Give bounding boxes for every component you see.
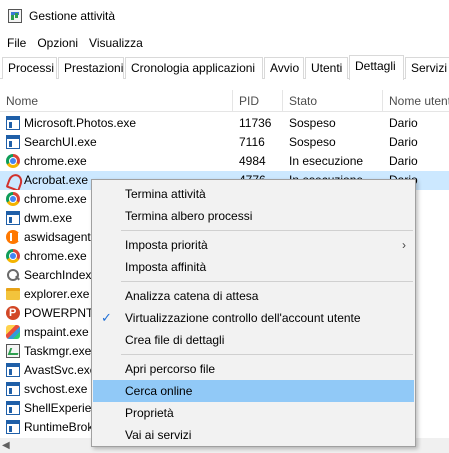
menu-item-proprieta[interactable]: Proprietà [93, 402, 414, 424]
folder-icon [6, 288, 20, 300]
menu-item-imposta-affinita[interactable]: Imposta affinità [93, 256, 414, 278]
chrome-icon [6, 154, 20, 168]
process-name-cell: SearchUI.exe [6, 133, 232, 152]
process-name: chrome.exe [24, 192, 87, 206]
process-name: ShellExperien [24, 401, 99, 415]
tab-servizi[interactable]: Servizi [405, 57, 449, 79]
avast-icon [6, 230, 20, 244]
checkmark-icon: ✓ [101, 310, 112, 325]
table-row[interactable]: SearchUI.exe 7116 Sospeso Dario [0, 133, 449, 152]
menu-item-label: Analizza catena di attesa [125, 289, 259, 303]
process-name: AvastSvc.exe [24, 363, 97, 377]
pid-cell: 4984 [239, 154, 266, 168]
menu-item-label: Cerca online [125, 384, 193, 398]
process-name: Taskmgr.exe [24, 344, 92, 358]
menu-item-label: Vai ai servizi [125, 428, 192, 442]
menu-item-imposta-priorita[interactable]: Imposta priorità › [93, 234, 414, 256]
menu-item-label: Imposta priorità [125, 238, 208, 252]
process-name: chrome.exe [24, 154, 87, 168]
process-name-cell: Microsoft.Photos.exe [6, 114, 232, 133]
menu-item-crea-file-di-dettagli[interactable]: Crea file di dettagli [93, 329, 414, 351]
pid-cell: 7116 [239, 135, 265, 149]
menu-item-label: Termina attività [125, 187, 206, 201]
tab-cronologia-applicazioni[interactable]: Cronologia applicazioni [125, 57, 263, 79]
menu-item-label: Proprietà [125, 406, 174, 420]
window-icon [6, 401, 20, 415]
process-name: SearchUI.exe [24, 135, 97, 149]
state-cell: Sospeso [289, 135, 336, 149]
menu-item-label: Virtualizzazione controllo dell'account … [125, 311, 361, 325]
process-name: dwm.exe [24, 211, 73, 225]
process-name: Microsoft.Photos.exe [24, 116, 137, 130]
powerpoint-icon [6, 304, 20, 323]
process-name: Acrobat.exe [24, 173, 89, 187]
table-header: Nome PID Stato Nome utente [0, 90, 449, 112]
menu-file[interactable]: File [7, 36, 26, 50]
tab-prestazioni[interactable]: Prestazioni [58, 57, 124, 79]
menu-item-analizza-catena-di-attesa[interactable]: Analizza catena di attesa [93, 285, 414, 307]
column-header-nome[interactable]: Nome [0, 90, 233, 112]
tab-utenti[interactable]: Utenti [305, 57, 348, 79]
menu-visualizza[interactable]: Visualizza [89, 36, 143, 50]
process-name: SearchIndexe [24, 268, 99, 282]
window-icon [6, 382, 20, 396]
menu-item-virtualizzazione-controllo-dell-account-utente[interactable]: ✓ Virtualizzazione controllo dell'account… [93, 307, 414, 329]
acrobat-icon [6, 173, 20, 187]
user-cell: Dario [389, 135, 418, 149]
task-manager-icon [8, 9, 22, 23]
column-header-pid[interactable]: PID [233, 90, 283, 112]
menu-opzioni[interactable]: Opzioni [37, 36, 78, 50]
scroll-left-icon[interactable]: ◀ [2, 438, 10, 453]
chevron-right-icon: › [402, 238, 406, 252]
process-name: aswidsagent [24, 230, 91, 244]
chrome-icon [6, 192, 20, 206]
chrome-icon [6, 249, 20, 263]
state-cell: In esecuzione [289, 154, 364, 168]
menu-item-vai-ai-servizi[interactable]: Vai ai servizi [93, 424, 414, 446]
window-title: Gestione attività [29, 9, 116, 23]
tab-dettagli[interactable]: Dettagli [349, 55, 404, 80]
window-icon [6, 135, 20, 149]
menu-separator [121, 354, 413, 355]
window-icon [6, 211, 20, 225]
menu-item-apri-percorso-file[interactable]: Apri percorso file [93, 358, 414, 380]
process-name: chrome.exe [24, 249, 87, 263]
menu-item-cerca-online[interactable]: Cerca online [93, 380, 414, 402]
menu-item-termina-attivita[interactable]: Termina attività [93, 183, 414, 205]
process-name: POWERPNT. [24, 306, 96, 320]
menu-separator [121, 230, 413, 231]
menu-item-termina-albero-processi[interactable]: Termina albero processi [93, 205, 414, 227]
menu-bar: File Opzioni Visualizza [0, 32, 449, 54]
window-icon [6, 116, 20, 130]
paint-icon [6, 325, 20, 339]
state-cell: Sospeso [289, 116, 336, 130]
process-name: mspaint.exe [24, 325, 89, 339]
menu-item-label: Apri percorso file [125, 362, 216, 376]
window-icon [6, 420, 20, 434]
tab-processi[interactable]: Processi [2, 57, 57, 79]
taskmgr-icon [6, 344, 20, 358]
table-row[interactable]: Microsoft.Photos.exe 11736 Sospeso Dario [0, 114, 449, 133]
title-bar: Gestione attività [0, 0, 449, 32]
table-row[interactable]: chrome.exe 4984 In esecuzione Dario [0, 152, 449, 171]
menu-item-label: Termina albero processi [125, 209, 253, 223]
menu-separator [121, 281, 413, 282]
tab-strip: Processi Prestazioni Cronologia applicaz… [0, 55, 449, 80]
context-menu: Termina attività Termina albero processi I… [91, 179, 416, 447]
user-cell: Dario [389, 154, 418, 168]
menu-item-label: Imposta affinità [125, 260, 207, 274]
search-indexer-icon [6, 268, 20, 282]
menu-item-label: Crea file di dettagli [125, 333, 225, 347]
process-name: RuntimeBrok [24, 420, 94, 434]
process-name-cell: chrome.exe [6, 152, 232, 171]
process-name: svchost.exe [24, 382, 88, 396]
process-name: explorer.exe [24, 287, 90, 301]
user-cell: Dario [389, 116, 418, 130]
column-header-stato[interactable]: Stato [283, 90, 383, 112]
column-header-nome-utente[interactable]: Nome utente [383, 90, 449, 112]
tab-avvio[interactable]: Avvio [264, 57, 304, 79]
pid-cell: 11736 [239, 116, 272, 130]
window-icon [6, 363, 20, 377]
